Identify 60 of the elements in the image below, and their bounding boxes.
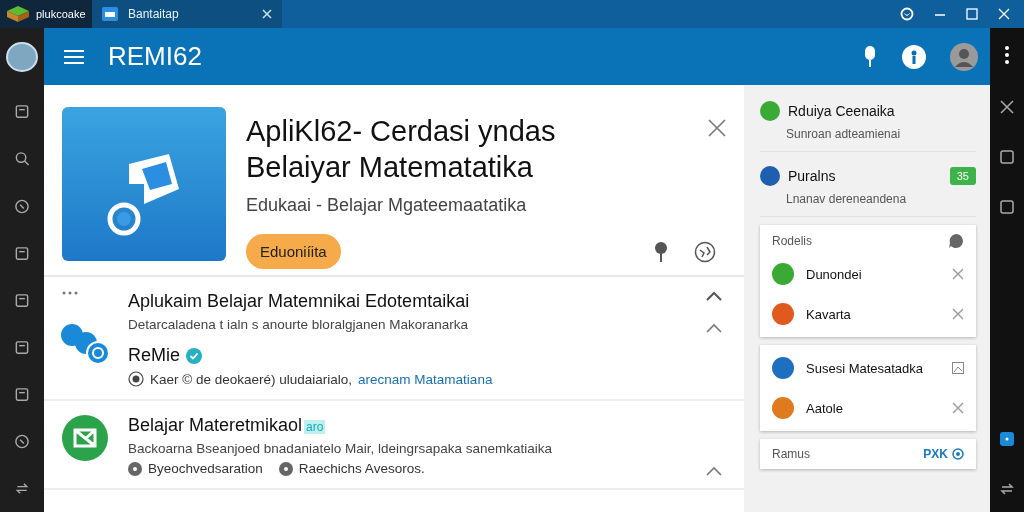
cube-logo-icon <box>6 5 30 23</box>
avatar-icon[interactable] <box>950 42 978 71</box>
item-title[interactable]: Belajar Materetmikaol aro <box>128 415 692 436</box>
item-title[interactable]: Aplukaim Belajar Matemnikai Edotemtaikai <box>128 291 692 312</box>
card-item-label[interactable]: Susesi Matesatadka <box>806 360 940 376</box>
item-description: Detarcaladena t ialn s anourte bloralgjanen Makoranarka <box>128 317 469 332</box>
chat-icon[interactable] <box>948 233 964 249</box>
chevron-up-icon[interactable] <box>706 291 722 301</box>
square-icon[interactable] <box>1000 150 1014 164</box>
more-icon[interactable] <box>1005 46 1009 64</box>
app-name-heading: ApliKl62- Cerdasi yndas Belaiyar Matematatika <box>246 114 557 185</box>
menu-icon[interactable] <box>64 49 84 64</box>
search-icon[interactable] <box>14 151 30 167</box>
item-description: Backoarna Bseanjoed bnadaniatelo Mair, ldeingrsapaka sanemkatiaika <box>128 441 554 456</box>
square-icon[interactable] <box>1000 200 1014 214</box>
target-icon[interactable] <box>952 448 964 460</box>
meta-text: Kaer © de deokaeré) uludaiarialo, <box>150 371 353 387</box>
info-icon[interactable] <box>902 44 926 69</box>
item-tag: Raechichs Avesoros. <box>298 461 425 476</box>
app-title: REMI62 <box>108 41 202 72</box>
panel-subtitle: Lnanav dereneandena <box>785 192 908 206</box>
card-heading: Ramus <box>772 447 811 461</box>
panel-subtitle: Sunroan adteamienai <box>785 127 902 141</box>
window-icon <box>102 7 118 21</box>
panel-title[interactable]: Rduiya Ceenaika <box>788 103 976 119</box>
card-item-label[interactable]: Aatole <box>806 400 940 416</box>
smiley-icon[interactable] <box>900 7 914 21</box>
pin-icon[interactable] <box>654 241 668 262</box>
maximize-icon[interactable] <box>966 8 978 20</box>
dot-icon <box>278 461 293 476</box>
app-name: plukcoake <box>36 8 86 20</box>
envelope-logo-icon <box>62 415 108 461</box>
card-item-label[interactable]: Dunondei <box>806 266 940 282</box>
dot-icon <box>128 461 142 476</box>
item-badge: aro <box>304 420 326 434</box>
card-heading: Rodelis <box>772 234 814 248</box>
browser-tab[interactable]: Bantaitap <box>92 0 282 28</box>
chevron-up-icon[interactable] <box>706 323 722 333</box>
chevron-up-icon[interactable] <box>706 466 722 476</box>
record-icon <box>128 371 144 387</box>
avatar[interactable] <box>6 42 38 73</box>
panel-title[interactable]: Puralns <box>788 168 942 184</box>
close-icon[interactable] <box>1000 100 1014 114</box>
swap-icon[interactable] <box>1000 482 1014 496</box>
square-icon[interactable] <box>14 245 30 261</box>
app-icon <box>62 107 226 261</box>
image-icon[interactable] <box>952 362 964 374</box>
microphone-icon[interactable] <box>862 44 878 69</box>
meta-link[interactable]: arecnam Matamatiana <box>358 371 493 387</box>
item-tag: Byeochvedsaration <box>148 461 263 476</box>
swap-icon[interactable] <box>14 480 30 496</box>
category-chip[interactable]: Eduoniíita <box>246 234 341 269</box>
dots-icon <box>62 291 78 295</box>
square-icon[interactable] <box>1000 432 1014 446</box>
close-icon[interactable] <box>708 119 726 137</box>
card-link[interactable]: PXK <box>923 447 948 461</box>
author-name[interactable]: ReMie <box>128 345 180 366</box>
app-subtitle: Edukaai - Belajar Mgateemaatatika <box>246 195 528 216</box>
card-item-label[interactable]: Kavarta <box>806 306 940 322</box>
count-badge: 35 <box>949 167 976 185</box>
